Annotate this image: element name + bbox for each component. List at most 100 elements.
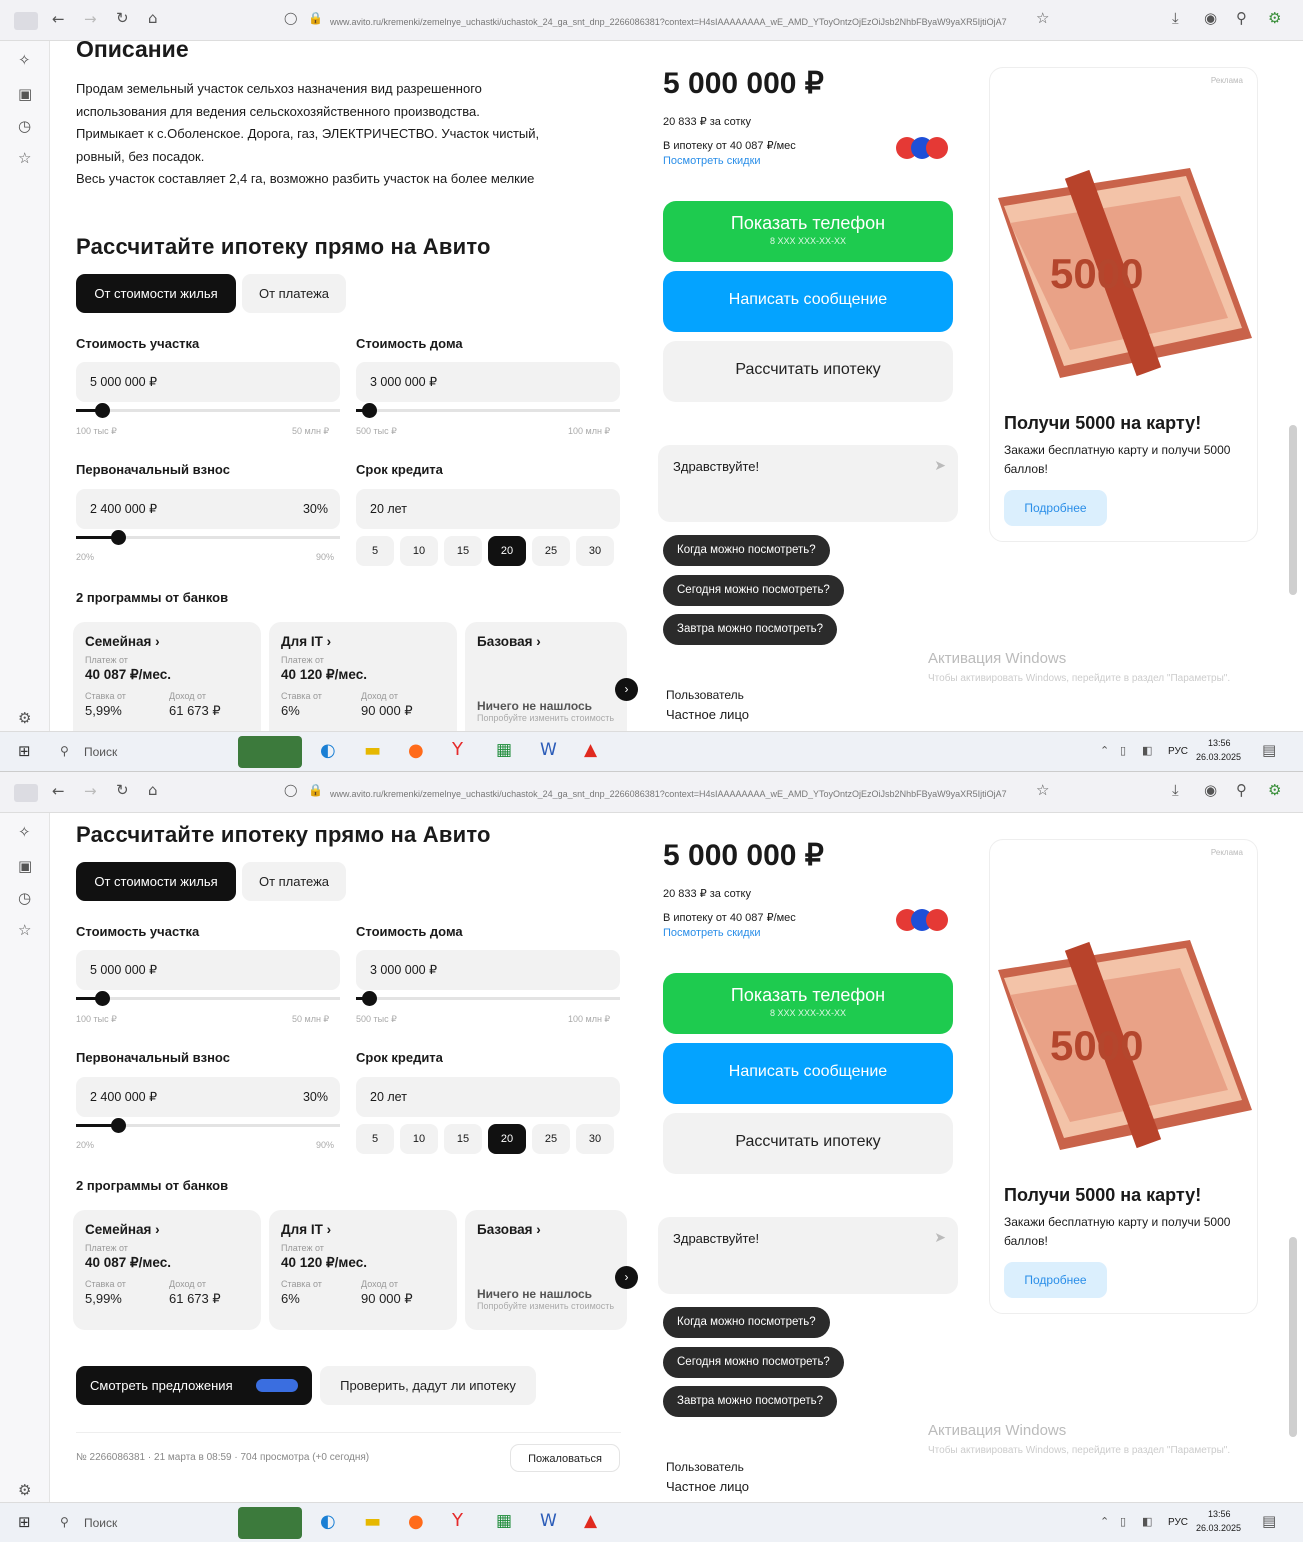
term-input[interactable]: 20 лет [356, 1077, 620, 1117]
ad-banner[interactable]: Реклама 5000 Получи 5000 на карту! Закаж… [989, 67, 1258, 542]
plot-cost-knob[interactable] [95, 403, 110, 418]
term-option-15[interactable]: 15 [444, 1124, 482, 1154]
down-payment-knob[interactable] [111, 530, 126, 545]
calc-mortgage-button[interactable]: Рассчитать ипотеку [663, 1113, 953, 1174]
firefox-icon[interactable]: ● [408, 742, 424, 760]
history-icon[interactable]: ◷ [18, 891, 31, 906]
show-phone-button[interactable]: Показать телефон 8 XXX XXX-XX-XX [663, 201, 953, 262]
tray-chevron-icon[interactable]: ⌃ [1100, 1516, 1109, 1527]
taskbar-search-icon[interactable]: ⚲ [60, 1516, 69, 1528]
quick-question-1[interactable]: Когда можно посмотреть? [663, 1307, 830, 1338]
ad-more-button[interactable]: Подробнее [1004, 490, 1107, 526]
notifications-icon[interactable]: ▤ [1262, 1514, 1276, 1529]
check-mortgage-button[interactable]: Проверить, дадут ли ипотеку [320, 1366, 536, 1405]
offers-button[interactable]: Смотреть предложения [76, 1366, 312, 1405]
firefox-icon[interactable]: ● [408, 1513, 424, 1531]
taskbar-search-icon[interactable]: ⚲ [60, 745, 69, 757]
bookmark-star-icon[interactable]: ☆ [1036, 11, 1049, 26]
down-payment-input[interactable]: 2 400 000 ₽30% [76, 1077, 340, 1117]
tab-by-payment[interactable]: От платежа [242, 862, 346, 901]
reload-icon[interactable]: ↻ [116, 11, 129, 26]
shield-icon[interactable]: ◯ [284, 784, 297, 796]
quick-question-3[interactable]: Завтра можно посмотреть? [663, 1386, 838, 1417]
bookmarks-icon[interactable]: ☆ [18, 151, 31, 166]
settings-icon[interactable]: ⚙ [18, 711, 31, 726]
url-bar[interactable]: www.avito.ru/kremenki/zemelnye_uchastki/… [330, 17, 1030, 27]
taskbar-search[interactable]: Поиск [84, 745, 117, 759]
folder-icon[interactable]: ▬ [364, 742, 381, 760]
excel-icon[interactable]: ▦ [496, 742, 512, 759]
notifications-icon[interactable]: ▤ [1262, 743, 1276, 758]
term-option-25[interactable]: 25 [532, 536, 570, 566]
term-option-30[interactable]: 30 [576, 536, 614, 566]
tabs-icon[interactable]: ▣ [18, 859, 32, 874]
house-cost-input[interactable]: 3 000 000 ₽ [356, 362, 620, 402]
plot-cost-slider[interactable] [76, 997, 340, 1000]
settings-icon[interactable]: ⚙ [18, 1483, 31, 1498]
edge-icon[interactable]: ◐ [320, 1513, 336, 1531]
extensions-icon[interactable]: ⚲ [1236, 783, 1247, 798]
program-card-basic[interactable]: Базовая › Ничего не нашлось Попробуйте и… [465, 1210, 627, 1330]
edge-icon[interactable]: ◐ [320, 742, 336, 760]
term-option-20[interactable]: 20 [488, 1124, 526, 1154]
ai-icon[interactable]: ✧ [18, 825, 31, 840]
back-icon[interactable]: ← [52, 12, 65, 27]
back-icon[interactable]: ← [52, 784, 65, 799]
term-input[interactable]: 20 лет [356, 489, 620, 529]
program-card-it[interactable]: Для IT › Платеж от 40 120 ₽/мес. Ставка … [269, 622, 457, 742]
tray-chevron-icon[interactable]: ⌃ [1100, 745, 1109, 756]
excel-icon[interactable]: ▦ [496, 1513, 512, 1530]
term-option-30[interactable]: 30 [576, 1124, 614, 1154]
term-option-20[interactable]: 20 [488, 536, 526, 566]
program-card-it[interactable]: Для IT › Платеж от 40 120 ₽/мес. Ставка … [269, 1210, 457, 1330]
shield-icon[interactable]: ◯ [284, 12, 297, 24]
menu-icon[interactable]: ⚙ [1268, 783, 1281, 798]
clock-date[interactable]: 26.03.2025 [1196, 1523, 1241, 1533]
word-icon[interactable]: W [540, 742, 557, 759]
taskbar-widget-image[interactable] [238, 736, 302, 768]
program-card-family[interactable]: Семейная › Платеж от 40 087 ₽/мес. Ставк… [73, 1210, 261, 1330]
term-option-25[interactable]: 25 [532, 1124, 570, 1154]
forward-icon[interactable]: → [84, 12, 97, 27]
account-icon[interactable]: ◉ [1204, 11, 1217, 26]
plot-cost-knob[interactable] [95, 991, 110, 1006]
chat-input[interactable]: Здравствуйте! ➤ [658, 1217, 958, 1294]
ad-banner[interactable]: Реклама 5000 Получи 5000 на карту! Закаж… [989, 839, 1258, 1314]
discounts-link[interactable]: Посмотреть скидки [663, 927, 761, 939]
term-option-10[interactable]: 10 [400, 536, 438, 566]
reload-icon[interactable]: ↻ [116, 783, 129, 798]
quick-question-2[interactable]: Сегодня можно посмотреть? [663, 1347, 844, 1378]
discounts-link[interactable]: Посмотреть скидки [663, 155, 761, 167]
taskbar-widget-image[interactable] [238, 1507, 302, 1539]
term-option-5[interactable]: 5 [356, 1124, 394, 1154]
quick-question-1[interactable]: Когда можно посмотреть? [663, 535, 830, 566]
yandex-icon[interactable]: Y [452, 1512, 463, 1530]
bookmarks-icon[interactable]: ☆ [18, 923, 31, 938]
yandex-icon[interactable]: Y [452, 741, 463, 759]
programs-next-icon[interactable]: › [615, 678, 638, 701]
download-icon[interactable]: ⤓ [1172, 11, 1179, 26]
programs-next-icon[interactable]: › [615, 1266, 638, 1289]
language-indicator[interactable]: РУС [1168, 1517, 1188, 1528]
quick-question-3[interactable]: Завтра можно посмотреть? [663, 614, 838, 645]
house-cost-slider[interactable] [356, 409, 620, 412]
show-phone-button[interactable]: Показать телефон 8 XXX XXX-XX-XX [663, 973, 953, 1034]
windows-start-icon[interactable]: ⊞ [18, 744, 31, 759]
home-icon[interactable]: ⌂ [148, 783, 158, 798]
write-message-button[interactable]: Написать сообщение [663, 1043, 953, 1104]
extensions-icon[interactable]: ⚲ [1236, 11, 1247, 26]
house-cost-knob[interactable] [362, 403, 377, 418]
seller-name[interactable]: Частное лицо [666, 707, 749, 722]
folder-icon[interactable]: ▬ [364, 1513, 381, 1531]
account-icon[interactable]: ◉ [1204, 783, 1217, 798]
sidebar-toggle-icon[interactable] [14, 784, 38, 802]
calc-mortgage-button[interactable]: Рассчитать ипотеку [663, 341, 953, 402]
seller-name[interactable]: Частное лицо [666, 1479, 749, 1494]
clock-date[interactable]: 26.03.2025 [1196, 752, 1241, 762]
tabs-icon[interactable]: ▣ [18, 87, 32, 102]
house-cost-input[interactable]: 3 000 000 ₽ [356, 950, 620, 990]
complain-button[interactable]: Пожаловаться [510, 1444, 620, 1472]
bookmark-star-icon[interactable]: ☆ [1036, 783, 1049, 798]
plot-cost-input[interactable]: 5 000 000 ₽ [76, 950, 340, 990]
network-icon[interactable]: ◧ [1142, 745, 1152, 756]
